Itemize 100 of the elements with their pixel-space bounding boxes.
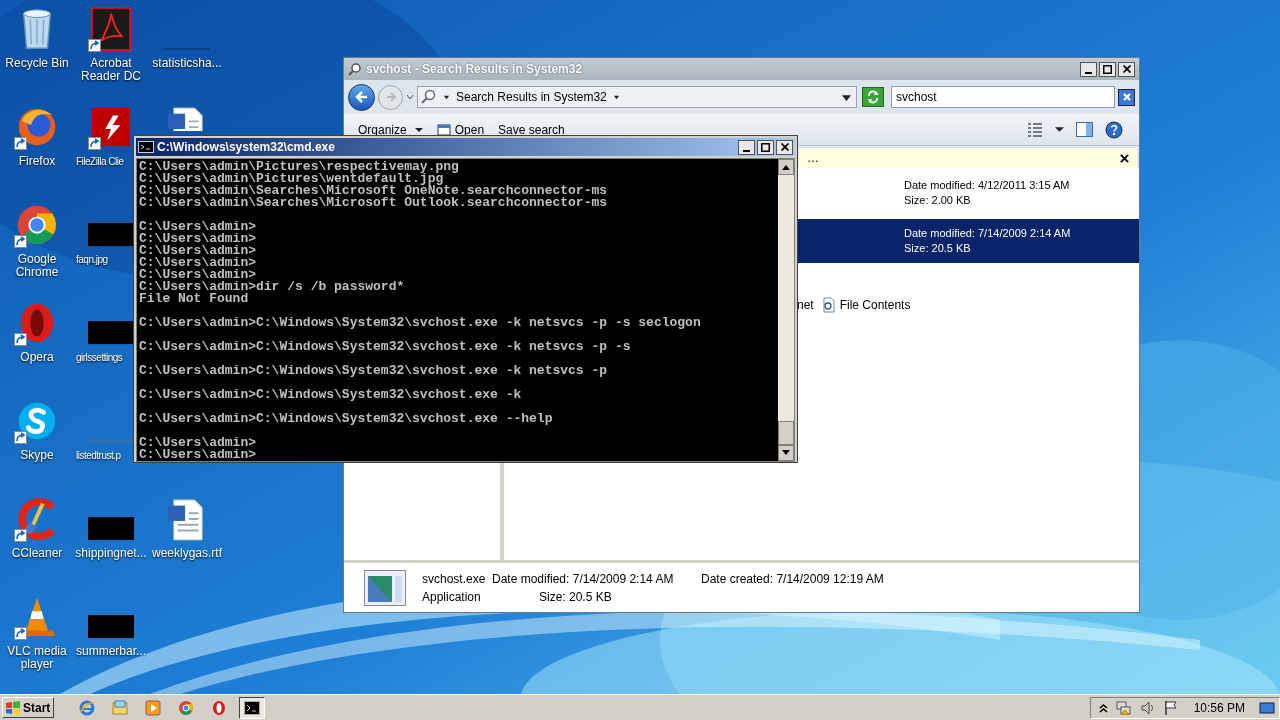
scroll-thumb[interactable]	[778, 421, 794, 445]
console-line: C:\Users\admin>C:\Windows\System32\svchost.exe -k	[139, 389, 523, 401]
dropdown-caret-icon[interactable]	[842, 92, 851, 102]
close-icon	[780, 143, 789, 151]
refresh-button[interactable]	[862, 87, 884, 107]
media-player-icon	[145, 699, 161, 716]
console-line: C:\Users\admin>	[139, 245, 258, 257]
search-icon	[348, 62, 362, 76]
window-title: C:\Windows\system32\cmd.exe	[157, 139, 335, 156]
caret-up-icon	[782, 164, 790, 170]
network-icon[interactable]	[1115, 699, 1132, 716]
icon-label[interactable]: girlssettings	[76, 351, 123, 364]
date-modified: Date modified: 7/14/2009 2:14 AM	[904, 226, 1072, 241]
help-icon[interactable]	[1105, 120, 1123, 139]
file-size: Size: 20.5 KB	[539, 588, 612, 606]
icon-label[interactable]: Firefox	[0, 155, 74, 168]
window-title: svchost - Search Results in System32	[366, 61, 583, 78]
icon-label[interactable]: VLC media player	[0, 645, 74, 671]
minimize-button[interactable]	[738, 139, 755, 155]
back-arrow-icon	[354, 90, 369, 104]
icon-label[interactable]: Opera	[0, 351, 74, 364]
application-icon	[364, 569, 406, 606]
show-desktop-icon[interactable]	[1259, 699, 1275, 716]
minimize-icon	[743, 149, 750, 152]
refresh-icon	[866, 90, 880, 104]
console-icon	[138, 141, 154, 153]
scroll-down-button[interactable]	[778, 445, 794, 461]
date-modified: Date modified: 7/14/2009 2:14 AM	[492, 570, 675, 588]
chevron-up-icon[interactable]	[1098, 702, 1108, 713]
window-icon	[436, 122, 451, 137]
file-type: Application	[422, 588, 482, 606]
caret-down-icon	[782, 450, 790, 456]
search-icon	[421, 89, 437, 105]
caret-icon[interactable]	[612, 93, 620, 101]
caret-icon[interactable]	[1055, 125, 1064, 134]
document-search-icon	[821, 297, 836, 313]
date-created: Date created: 7/14/2009 12:19 AM	[701, 570, 884, 588]
maximize-button[interactable]	[1099, 61, 1116, 77]
console-line: C:\Users\admin>	[139, 437, 258, 449]
icon-label[interactable]: Google Chrome	[0, 253, 74, 279]
speaker-icon[interactable]	[1139, 699, 1156, 716]
minimize-icon	[1085, 71, 1092, 74]
search-location-link[interactable]: File Contents	[821, 296, 911, 314]
search-location-link[interactable]: net	[797, 296, 814, 314]
date-modified: Date modified: 4/12/2011 3:15 AM	[904, 178, 1071, 193]
console-line: C:\Users\admin\Searches\Microsoft OneNote.searchconnector-ms	[139, 185, 609, 197]
icon-label[interactable]: FileZilla Clie	[76, 155, 124, 168]
close-button[interactable]	[776, 139, 793, 155]
breadcrumb-item[interactable]: Search Results in System32	[456, 88, 607, 106]
icon-label[interactable]: faqn.jpg	[76, 253, 108, 266]
close-icon[interactable]	[1120, 153, 1129, 163]
console-line: C:\Users\admin\Pictures\respectivemay.png	[139, 161, 460, 173]
icon-label[interactable]: CCleaner	[0, 547, 74, 560]
console-line: C:\Users\admin>C:\Windows\System32\svchost.exe -k netsvcs -p -s seclogon	[139, 317, 702, 329]
toolbar-button[interactable]: Save search	[498, 120, 565, 139]
console-icon	[244, 699, 260, 716]
icon-label[interactable]: shippingnet...	[74, 547, 148, 560]
console-line: File Not Found	[139, 293, 250, 305]
icon-label[interactable]: weeklygas.rtf	[150, 547, 224, 560]
icon-label[interactable]: summerbar...	[74, 645, 148, 658]
clock[interactable]: 10:56 PM	[1193, 698, 1245, 717]
scroll-up-button[interactable]	[778, 159, 794, 175]
flag-icon[interactable]	[1163, 699, 1178, 716]
back-button[interactable]	[348, 83, 375, 111]
console-line: C:\Users\admin>	[139, 233, 258, 245]
browser-icon	[79, 699, 95, 716]
caret-icon	[443, 93, 450, 101]
icon-label[interactable]: Acrobat Reader DC	[74, 57, 148, 83]
toolbar-button[interactable]: Organize	[358, 120, 423, 139]
console-line: C:\Users\admin>C:\Windows\System32\svchost.exe -k netsvcs -p	[139, 365, 609, 377]
info-bar[interactable]: …	[799, 148, 1137, 168]
close-button[interactable]	[1118, 61, 1135, 77]
minimize-button[interactable]	[1080, 61, 1097, 77]
icon-label[interactable]: listedtrust.p	[76, 449, 121, 462]
windows-logo-icon	[5, 700, 21, 715]
file-size: Size: 20.5 KB	[904, 241, 972, 256]
result-row[interactable]: Date modified: 7/14/2009 2:14 AM Size: 20.5 KB	[796, 219, 1139, 263]
maximize-button[interactable]	[757, 139, 774, 155]
console-line: C:\Users\admin>C:\Windows\System32\svchost.exe --help	[139, 413, 554, 425]
browser-icon	[178, 699, 194, 716]
taskbar-button[interactable]	[239, 696, 265, 719]
search-field[interactable]: svchost	[891, 86, 1115, 108]
icon-label[interactable]: Skype	[0, 449, 74, 462]
icon-label[interactable]: Recycle Bin	[0, 57, 74, 70]
preview-pane-icon[interactable]	[1076, 122, 1093, 137]
maximize-icon	[761, 142, 770, 152]
icon-label[interactable]: statisticsha...	[150, 57, 224, 70]
forward-arrow-icon	[384, 91, 397, 103]
console-line: C:\Users\admin>C:\Windows\System32\svchost.exe -k netsvcs -p -s	[139, 341, 632, 353]
ring-icon	[211, 699, 227, 716]
address-bar[interactable]: Search Results in System32	[417, 86, 857, 108]
scrollbar[interactable]	[778, 159, 794, 461]
view-list-icon[interactable]	[1027, 121, 1043, 138]
document-app-icon[interactable]	[88, 6, 134, 52]
console-line: C:\Users\admin>	[139, 221, 258, 233]
close-icon	[1121, 92, 1132, 102]
clear-search-button[interactable]	[1118, 88, 1135, 106]
start-button[interactable]: Start	[2, 697, 54, 718]
file-size: Size: 2.00 KB	[904, 193, 972, 208]
console-line: C:\Users\admin>	[139, 257, 258, 269]
